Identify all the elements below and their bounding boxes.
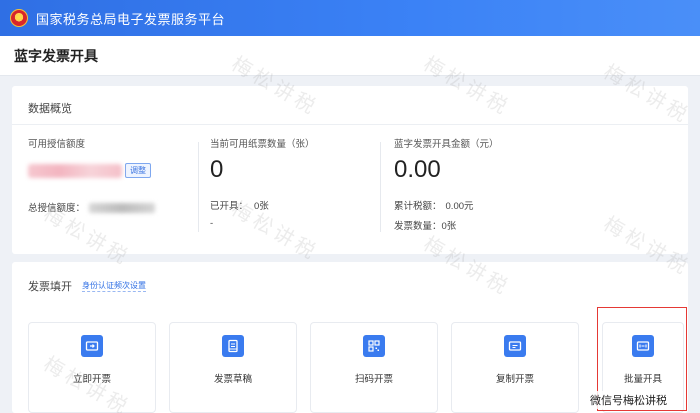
adjust-credit-button[interactable]: 调整 [125,163,151,179]
paper-label: 当前可用纸票数量（张） [210,139,315,150]
wechat-credit: 微信号梅松讲税 [586,391,671,409]
amount-label: 蓝字发票开具金额（元） [394,139,499,150]
invoice-count-value: 0张 [441,221,457,232]
tile-label: 复制开票 [495,374,534,385]
paper-dash: - [210,218,214,229]
credit-column: 可用授信额度 调整 总授信额度： [28,136,156,214]
tile-scan-issue[interactable]: 扫码开票 [310,322,438,413]
credit-value-redacted [28,163,122,178]
data-overview-card: 数据概览 可用授信额度 调整 总授信额度： 当前可用纸票数量（张） 0 已开具：… [12,86,688,254]
credit-label: 可用授信额度 [28,139,86,150]
page-header: 蓝字发票开具 [0,36,700,76]
tile-copy-issue[interactable]: 复制开票 [451,322,579,413]
column-divider [198,142,199,232]
paper-issued-row: 已开具： 0张 [210,198,315,212]
page-title: 蓝字发票开具 [14,47,98,64]
site-title: 国家税务总局电子发票服务平台 [36,11,226,27]
tile-draft[interactable]: 发票草稿 [169,322,297,413]
national-emblem-icon: ★ [10,9,28,27]
invoice-count-row: 发票数量：0张 [394,218,499,232]
tile-label: 立即开票 [72,374,111,385]
issue-now-icon [81,335,103,357]
credit-value-row: 调整 [28,162,155,180]
auth-frequency-link[interactable]: 身份认证频次设置 [82,280,146,292]
paper-issued-value: 0张 [254,201,269,212]
copy-invoice-icon [504,335,526,357]
total-credit-row: 总授信额度： [28,200,156,214]
paper-column: 当前可用纸票数量（张） 0 已开具： 0张 - [210,136,315,229]
total-credit-redacted [89,203,156,214]
tile-issue-now[interactable]: 立即开票 [28,322,156,413]
paper-issued-label: 已开具： [210,201,249,212]
paper-count-value: 0 [210,156,224,183]
total-credit-label: 总授信额度： [28,203,86,214]
qr-code-icon [363,335,385,357]
invoice-fill-header: 发票填开 身份认证频次设置 [28,278,146,294]
tax-row: 累计税额： 0.00元 [394,198,499,212]
amount-value: 0.00 [394,156,441,183]
draft-icon [222,335,244,357]
tax-value: 0.00元 [445,201,474,212]
overview-divider [12,124,688,125]
amount-column: 蓝字发票开具金额（元） 0.00 累计税额： 0.00元 发票数量：0张 [394,136,499,232]
invoice-fill-title: 发票填开 [28,281,72,293]
overview-title: 数据概览 [28,103,72,115]
column-divider [380,142,381,232]
top-nav-bar: ★ 国家税务总局电子发票服务平台 [0,0,700,36]
tile-label: 发票草稿 [213,374,252,385]
tile-label: 扫码开票 [354,374,393,385]
invoice-count-label: 发票数量： [394,221,442,232]
tax-label: 累计税额： [394,201,442,212]
